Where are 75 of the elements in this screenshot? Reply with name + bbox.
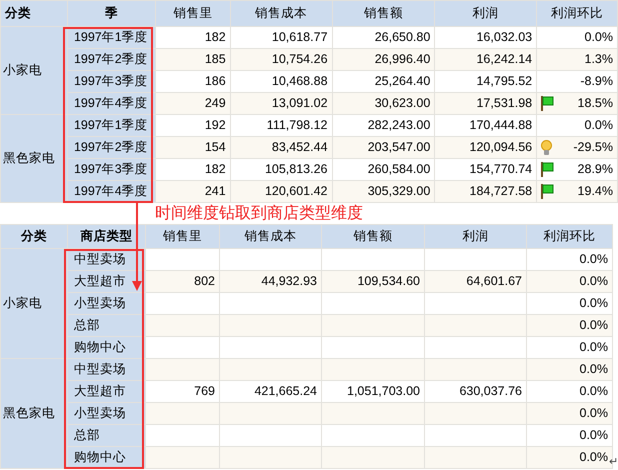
table-cell: 0.0% bbox=[580, 385, 608, 398]
annotation-text: 时间维度钻取到商店类型维度 bbox=[155, 204, 363, 224]
column-header: 利润环比 bbox=[536, 0, 618, 26]
table-cell: -8.9% bbox=[580, 75, 613, 88]
row-header: 大型超市 bbox=[68, 380, 146, 402]
table-cell: 120,094.56 bbox=[434, 136, 537, 158]
table-cell: 26,996.40 bbox=[332, 48, 435, 70]
table-cell: 120,601.42 bbox=[230, 180, 332, 202]
table-cell: 17,531.98 bbox=[434, 92, 537, 114]
table-cell: 249 bbox=[155, 92, 230, 114]
column-header: 销售里 bbox=[146, 224, 220, 248]
table-cell: 30,623.00 bbox=[332, 92, 435, 114]
table-cell: 109,534.60 bbox=[322, 270, 424, 292]
row-header: 1997年1季度 bbox=[67, 114, 156, 136]
row-header: 1997年2季度 bbox=[67, 48, 156, 70]
row-header: 购物中心 bbox=[68, 336, 146, 358]
flag-icon bbox=[541, 184, 554, 199]
row-header: 小型卖场 bbox=[68, 292, 146, 314]
table-cell: 44,932.93 bbox=[220, 270, 322, 292]
table-cell: 10,754.26 bbox=[230, 48, 332, 70]
table-cell: 28.9% bbox=[578, 163, 613, 176]
paragraph-mark: ↵ bbox=[609, 457, 618, 468]
table-cell: 184,727.58 bbox=[434, 180, 537, 202]
table-cell: 305,329.00 bbox=[332, 180, 435, 202]
table-cell: 0.0% bbox=[584, 31, 613, 44]
table-cell: 0.0% bbox=[580, 319, 608, 332]
column-header: 分类 bbox=[0, 0, 68, 26]
category-cell: 小家电 bbox=[0, 26, 68, 114]
column-header: 利润 bbox=[424, 224, 526, 248]
column-header: 商店类型 bbox=[68, 224, 146, 248]
table-cell: 0.0% bbox=[580, 253, 608, 266]
table-cell: 1.3% bbox=[584, 53, 613, 66]
row-header: 总部 bbox=[68, 314, 146, 336]
table-cell: 0.0% bbox=[580, 363, 608, 376]
table-cell: 64,601.67 bbox=[424, 270, 526, 292]
table-cell: 241 bbox=[155, 180, 230, 202]
row-header: 1997年2季度 bbox=[67, 136, 156, 158]
table-cell: 0.0% bbox=[580, 275, 608, 288]
row-header: 总部 bbox=[68, 424, 146, 446]
column-header: 销售额 bbox=[332, 0, 435, 26]
column-header: 利润 bbox=[434, 0, 537, 26]
column-header: 销售成本 bbox=[230, 0, 332, 26]
table-cell: 0.0% bbox=[580, 341, 608, 354]
table-cell: 0.0% bbox=[580, 451, 608, 464]
category-cell: 黑色家电 bbox=[0, 358, 68, 468]
column-header: 销售额 bbox=[322, 224, 424, 248]
flag-icon bbox=[541, 96, 554, 111]
row-header: 1997年3季度 bbox=[67, 70, 156, 92]
table-cell: 0.0% bbox=[584, 119, 613, 132]
row-header: 1997年4季度 bbox=[67, 92, 156, 114]
table-cell: 18.5% bbox=[578, 97, 613, 110]
column-header: 季 bbox=[67, 0, 156, 26]
table-cell: 0.0% bbox=[580, 429, 608, 442]
row-header: 小型卖场 bbox=[68, 402, 146, 424]
table-cell: 13,091.02 bbox=[230, 92, 332, 114]
table-cell: 203,547.00 bbox=[332, 136, 435, 158]
flag-icon bbox=[541, 162, 554, 177]
table-cell: 154 bbox=[155, 136, 230, 158]
lightbulb-icon bbox=[541, 140, 552, 156]
table-cell: 802 bbox=[146, 270, 220, 292]
column-header: 销售里 bbox=[155, 0, 230, 26]
table-cell: 83,452.44 bbox=[230, 136, 332, 158]
table-cell: -29.5% bbox=[573, 141, 613, 154]
row-header: 中型卖场 bbox=[68, 358, 146, 380]
table-cell: 185 bbox=[155, 48, 230, 70]
category-cell: 黑色家电 bbox=[0, 114, 68, 202]
table-cell: 19.4% bbox=[578, 185, 613, 198]
category-cell: 小家电 bbox=[0, 248, 68, 358]
table-cell: 0.0% bbox=[580, 297, 608, 310]
table-cell: 16,242.14 bbox=[434, 48, 537, 70]
column-header: 销售成本 bbox=[220, 224, 322, 248]
row-header: 1997年3季度 bbox=[67, 158, 156, 180]
column-header: 分类 bbox=[0, 224, 68, 248]
table-cell: 0.0% bbox=[580, 407, 608, 420]
column-header: 利润环比 bbox=[526, 224, 612, 248]
